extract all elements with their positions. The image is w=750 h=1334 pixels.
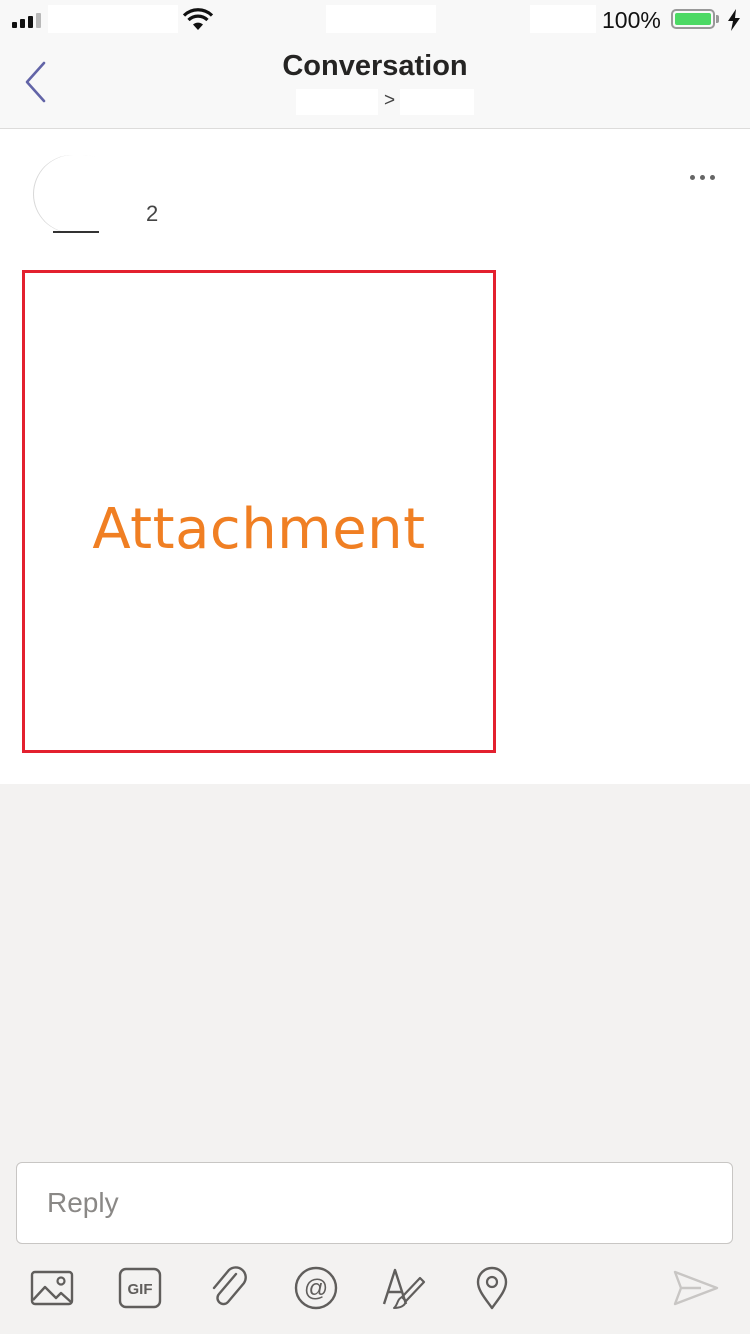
dot <box>709 174 715 180</box>
message-card: 2 Attachment <box>0 129 750 784</box>
mention-icon: @ <box>294 1266 338 1310</box>
conversation-header: Conversation > <box>0 40 750 129</box>
attachment-card[interactable]: Attachment <box>22 270 496 753</box>
image-icon <box>30 1270 74 1306</box>
dot <box>689 174 695 180</box>
battery-level-fill <box>675 13 711 25</box>
mention-icon-text: @ <box>304 1275 328 1302</box>
charging-bolt-icon <box>728 9 740 31</box>
attach-button[interactable] <box>204 1262 252 1314</box>
avatar[interactable] <box>33 155 121 233</box>
send-button[interactable] <box>672 1262 720 1314</box>
breadcrumb-channel-redacted <box>400 89 474 115</box>
clock-redacted <box>326 5 436 33</box>
carrier-name-redacted <box>48 5 178 33</box>
format-icon <box>382 1268 426 1309</box>
wifi-icon <box>182 8 214 30</box>
status-redacted <box>530 5 596 33</box>
signal-strength-icon <box>12 12 41 28</box>
reply-box[interactable] <box>16 1162 733 1244</box>
composer-toolbar: GIF @ <box>0 1262 750 1322</box>
attachment-label: Attachment <box>92 497 426 562</box>
page-title: Conversation <box>282 50 468 82</box>
send-icon <box>673 1270 719 1306</box>
dot <box>699 174 705 180</box>
breadcrumb-team-redacted <box>296 89 378 115</box>
status-bar: 100% <box>0 0 750 40</box>
avatar-underline <box>53 231 99 233</box>
battery-icon <box>671 9 715 29</box>
gif-button[interactable]: GIF <box>116 1262 164 1314</box>
gif-icon-text: GIF <box>128 1281 153 1298</box>
breadcrumb-separator: > <box>384 90 396 111</box>
more-options-button[interactable] <box>684 165 720 189</box>
location-icon <box>476 1266 508 1310</box>
battery-cap <box>716 15 719 23</box>
gif-icon: GIF <box>118 1267 162 1309</box>
attach-icon <box>212 1266 247 1306</box>
message-meta: 2 <box>146 201 159 226</box>
battery-percentage: 100% <box>602 7 661 33</box>
mention-button[interactable]: @ <box>292 1262 340 1314</box>
location-button[interactable] <box>468 1262 516 1314</box>
image-button[interactable] <box>28 1262 76 1314</box>
breadcrumb[interactable]: > <box>0 89 750 117</box>
format-button[interactable] <box>380 1262 428 1314</box>
reply-input[interactable] <box>17 1163 732 1243</box>
